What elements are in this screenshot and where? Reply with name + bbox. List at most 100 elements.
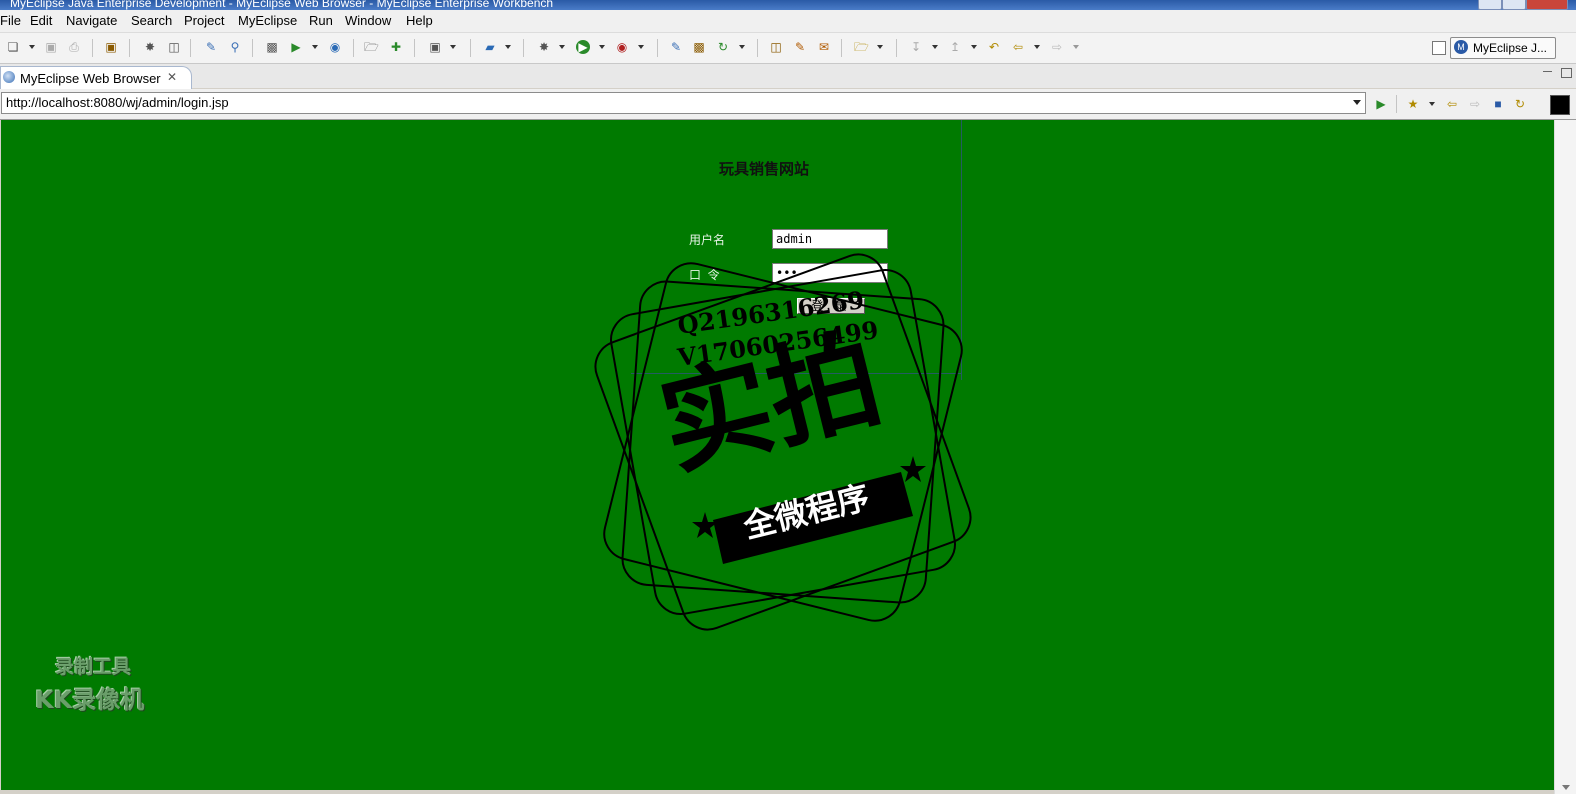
stamp-line2: V17060256499 (675, 315, 880, 372)
back-icon[interactable]: ⇦ (1011, 40, 1025, 54)
url-input[interactable] (1, 92, 1366, 114)
open-perspective-icon[interactable] (1432, 41, 1446, 55)
tab-label: MyEclipse Web Browser (20, 71, 161, 86)
maximize-view-icon[interactable] (1561, 68, 1572, 78)
forward-icon[interactable]: ⇨ (1050, 40, 1064, 54)
prev-annotation-dropdown-icon[interactable] (971, 45, 977, 49)
add-icon[interactable]: ✚ (389, 40, 403, 54)
minimize-button[interactable] (1478, 0, 1502, 10)
browser-refresh-icon[interactable]: ↻ (1513, 97, 1527, 111)
go-icon[interactable]: ▶ (1374, 97, 1388, 111)
hierarchy-icon[interactable]: ▩ (692, 40, 706, 54)
perspective-label: MyEclipse J... (1473, 41, 1548, 55)
browser-address-bar: ▶ ★ ⇦ ⇨ ■ ↻ (0, 89, 1576, 120)
perspective-switcher[interactable]: M MyEclipse J... (1450, 37, 1556, 59)
site-title: 玩具销售网站 (719, 160, 810, 178)
refresh-dropdown-icon[interactable] (739, 45, 745, 49)
close-window-button[interactable] (1526, 0, 1568, 10)
run-dropdown-icon[interactable] (599, 45, 605, 49)
debug-dropdown-icon[interactable] (559, 45, 565, 49)
tab-web-browser[interactable]: MyEclipse Web Browser ✕ (0, 66, 192, 89)
new-icon[interactable]: ❏ (6, 40, 20, 54)
browser-back-icon[interactable]: ⇦ (1445, 97, 1459, 111)
editor-tab-row: MyEclipse Web Browser ✕ (0, 64, 1576, 89)
print-icon[interactable]: ⎙ (67, 40, 81, 54)
run-server-dropdown-icon[interactable] (312, 45, 318, 49)
db-icon[interactable]: ◫ (769, 40, 783, 54)
server-icon[interactable]: ◫ (167, 40, 181, 54)
menu-navigate[interactable]: Navigate (66, 13, 117, 28)
new-class-icon[interactable]: ▰ (483, 40, 497, 54)
star-icon (692, 512, 718, 538)
globe-icon (3, 71, 15, 83)
menu-file[interactable]: File (0, 13, 21, 28)
menu-run[interactable]: Run (309, 13, 333, 28)
myeclipse-logo-icon: M (1454, 40, 1468, 54)
menu-edit[interactable]: Edit (30, 13, 52, 28)
maximize-button[interactable] (1502, 0, 1526, 10)
browser-forward-icon[interactable]: ⇨ (1468, 97, 1482, 111)
scroll-down-icon[interactable] (1562, 785, 1570, 790)
external-tools-icon[interactable]: ◉ (615, 40, 629, 54)
next-annotation-dropdown-icon[interactable] (932, 45, 938, 49)
username-input[interactable] (772, 229, 888, 249)
menu-bar: File Edit Navigate Search Project MyEcli… (0, 10, 1576, 33)
package-icon[interactable]: ▣ (104, 40, 118, 54)
prev-annotation-icon[interactable]: ↥ (948, 40, 962, 54)
new-dropdown-icon[interactable] (29, 45, 35, 49)
folder-icon[interactable]: 🗁 (854, 40, 869, 54)
bug-icon[interactable]: ✸ (143, 40, 157, 54)
open-type-icon[interactable]: ✎ (669, 40, 683, 54)
username-label: 用户名 (689, 233, 726, 247)
pencil-icon[interactable]: ✎ (793, 40, 807, 54)
login-button[interactable]: 登 录 (797, 298, 865, 314)
stamp-banner-text: 全微程序 (739, 478, 873, 546)
deploy-icon[interactable]: ▩ (265, 40, 279, 54)
favorites-icon[interactable]: ★ (1406, 97, 1420, 111)
debug-icon[interactable]: ✸ (537, 40, 551, 54)
minimize-view-icon[interactable] (1543, 71, 1552, 73)
password-input[interactable] (772, 263, 888, 283)
watermark-line1: 录制工具 (55, 656, 132, 678)
last-edit-icon[interactable]: ↶ (987, 40, 1001, 54)
menu-search[interactable]: Search (131, 13, 172, 28)
password-label: 口 令 (689, 268, 720, 282)
window-title: MyEclipse Java Enterprise Development - … (10, 0, 554, 10)
favorites-dropdown-icon[interactable] (1429, 102, 1435, 106)
vertical-scrollbar[interactable] (1554, 120, 1576, 794)
menu-myeclipse[interactable]: MyEclipse (238, 13, 297, 28)
next-annotation-icon[interactable]: ↧ (909, 40, 923, 54)
close-tab-icon[interactable]: ✕ (167, 70, 177, 84)
url-history-dropdown-icon[interactable] (1353, 100, 1361, 105)
layout-guide-vertical (961, 120, 962, 380)
new-class-dropdown-icon[interactable] (505, 45, 511, 49)
main-toolbar: ❏ ▣ ⎙ ▣ ✸ ◫ ✎ ⚲ ▩ ▶ ◉ 🗁 ✚ ▣ ▰ ✸ ▶ ◉ ✎ ▩ … (0, 33, 1576, 64)
screenshot-dropdown-icon[interactable] (450, 45, 456, 49)
search-icon[interactable]: ⚲ (228, 40, 242, 54)
back-dropdown-icon[interactable] (1034, 45, 1040, 49)
menu-project[interactable]: Project (184, 13, 224, 28)
wizard-icon[interactable]: ✎ (204, 40, 218, 54)
open-folder-icon[interactable]: 🗁 (364, 40, 379, 54)
stamp-banner (713, 472, 913, 564)
menu-help[interactable]: Help (406, 13, 433, 28)
stamp-big-text: 实拍 (648, 314, 892, 491)
folder-dropdown-icon[interactable] (877, 45, 883, 49)
run-server-icon[interactable]: ▶ (289, 40, 303, 54)
window-titlebar: MyEclipse Java Enterprise Development - … (0, 0, 1576, 10)
screenshot-icon[interactable]: ▣ (428, 40, 442, 54)
external-tools-dropdown-icon[interactable] (638, 45, 644, 49)
save-icon[interactable]: ▣ (44, 40, 58, 54)
globe-icon[interactable]: ◉ (328, 40, 342, 54)
run-icon[interactable]: ▶ (576, 40, 590, 54)
forward-dropdown-icon[interactable] (1073, 45, 1079, 49)
mail-icon[interactable]: ✉ (817, 40, 831, 54)
stamp-watermark: Q2196316269 V17060256499 实拍 全微程序 (594, 253, 972, 631)
browser-viewport: 玩具销售网站 用户名 口 令 登 录 Q2196316269 V17060256… (1, 120, 1554, 790)
stop-icon[interactable]: ■ (1491, 97, 1505, 111)
menu-window[interactable]: Window (345, 13, 391, 28)
layout-guide-horizontal (631, 373, 961, 374)
refresh-icon[interactable]: ↻ (716, 40, 730, 54)
watermark-line2: KK录像机 (35, 686, 145, 714)
color-swatch[interactable] (1550, 95, 1570, 115)
